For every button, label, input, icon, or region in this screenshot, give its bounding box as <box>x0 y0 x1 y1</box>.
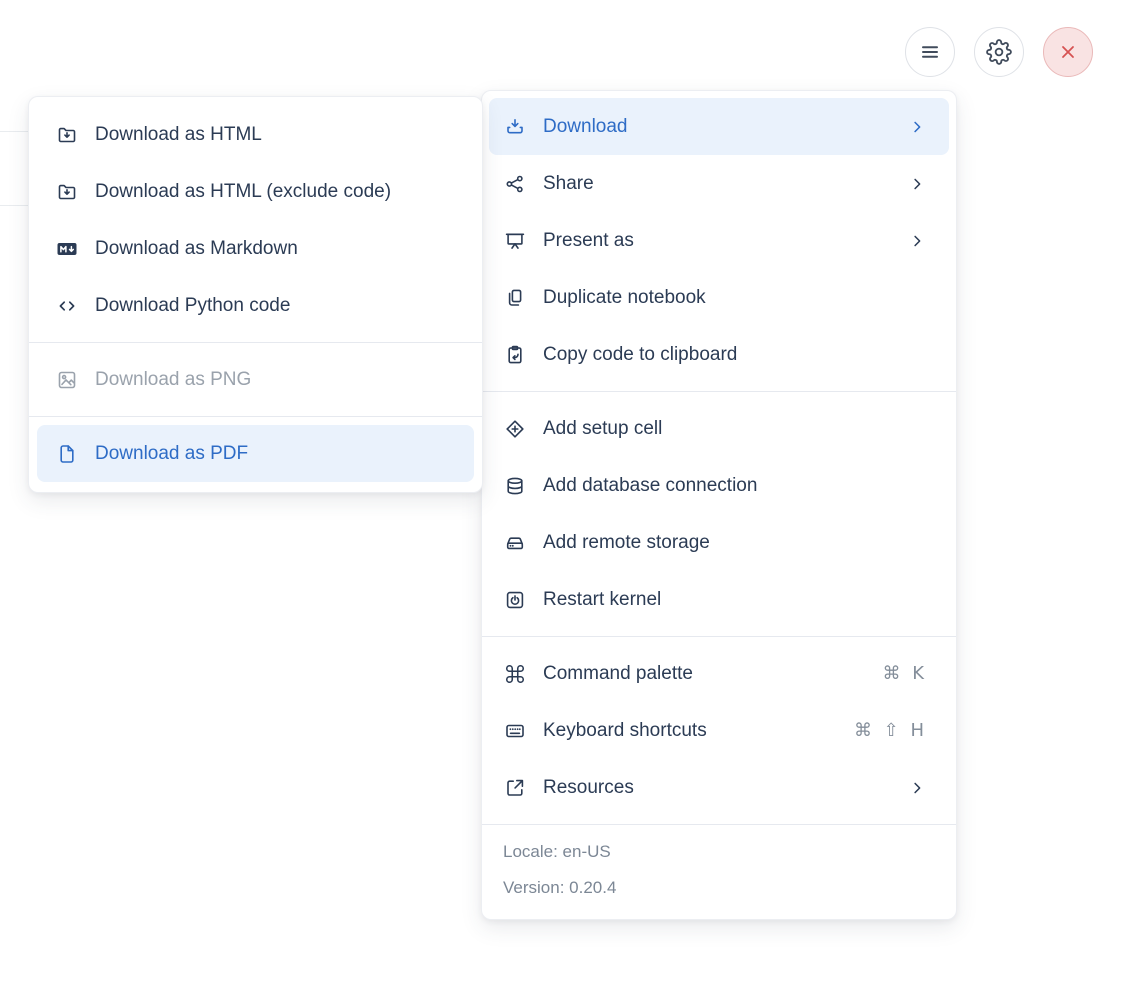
external-link-icon <box>503 776 527 800</box>
menu-item-label: Download as PNG <box>95 368 252 390</box>
menu-item-present-as[interactable]: Present as <box>489 212 949 269</box>
menu-item-duplicate-notebook[interactable]: Duplicate notebook <box>489 269 949 326</box>
menu-item-add-setup-cell[interactable]: Add setup cell <box>489 400 949 457</box>
share-icon <box>503 172 527 196</box>
keyboard-icon <box>503 719 527 743</box>
main-menu-panel: Download Share Present as Duplicate note… <box>481 90 957 920</box>
clipboard-copy-icon <box>503 343 527 367</box>
menu-item-label: Add database connection <box>543 474 758 496</box>
submenu-item-download-html[interactable]: Download as HTML <box>37 106 474 163</box>
duplicate-icon <box>503 286 527 310</box>
background-edge-line <box>0 205 29 206</box>
markdown-icon <box>55 237 79 261</box>
menu-item-keyboard-shortcuts[interactable]: Keyboard shortcuts ⌘ ⇧ H <box>489 702 949 759</box>
shortcut-hint: ⌘ ⇧ H <box>853 720 927 741</box>
folder-download-icon <box>55 180 79 204</box>
menu-item-add-remote-storage[interactable]: Add remote storage <box>489 514 949 571</box>
submenu-item-download-markdown[interactable]: Download as Markdown <box>37 220 474 277</box>
menu-item-label: Duplicate notebook <box>543 286 706 308</box>
submenu-item-download-png: Download as PNG <box>37 351 474 408</box>
hamburger-menu-button[interactable] <box>905 27 955 77</box>
menu-divider <box>29 416 482 417</box>
download-submenu-panel: Download as HTML Download as HTML (exclu… <box>28 96 483 493</box>
background-edge-line <box>0 131 29 132</box>
menu-item-label: Resources <box>543 776 634 798</box>
storage-icon <box>503 531 527 555</box>
menu-item-label: Download as PDF <box>95 442 249 464</box>
submenu-item-download-pdf[interactable]: Download as PDF <box>37 425 474 482</box>
command-icon <box>503 662 527 686</box>
menu-divider <box>482 636 956 637</box>
download-icon <box>503 115 527 139</box>
settings-button[interactable] <box>974 27 1024 77</box>
menu-item-label: Add setup cell <box>543 417 663 439</box>
menu-item-restart-kernel[interactable]: Restart kernel <box>489 571 949 628</box>
submenu-item-download-html-exclude-code[interactable]: Download as HTML (exclude code) <box>37 163 474 220</box>
menu-item-label: Copy code to clipboard <box>543 343 738 365</box>
database-icon <box>503 474 527 498</box>
file-icon <box>55 442 79 466</box>
folder-download-icon <box>55 123 79 147</box>
menu-divider <box>29 342 482 343</box>
image-icon <box>55 368 79 392</box>
menu-footer: Locale: en-US Version: 0.20.4 <box>482 824 956 919</box>
menu-item-label: Download as HTML <box>95 123 262 145</box>
menu-item-label: Present as <box>543 229 634 251</box>
code-icon <box>55 294 79 318</box>
close-icon <box>1056 40 1080 64</box>
menu-item-download[interactable]: Download <box>489 98 949 155</box>
chevron-right-icon <box>907 174 927 194</box>
submenu-item-download-python-code[interactable]: Download Python code <box>37 277 474 334</box>
presentation-icon <box>503 229 527 253</box>
menu-item-label: Command palette <box>543 662 693 684</box>
menu-item-label: Keyboard shortcuts <box>543 719 707 741</box>
menu-item-label: Restart kernel <box>543 588 662 610</box>
version-text: Version: 0.20.4 <box>503 878 617 897</box>
menu-item-share[interactable]: Share <box>489 155 949 212</box>
menu-item-label: Download as HTML (exclude code) <box>95 180 392 202</box>
locale-text: Locale: en-US <box>503 842 611 861</box>
menu-item-label: Download Python code <box>95 294 291 316</box>
menu-item-command-palette[interactable]: Command palette ⌘ K <box>489 645 949 702</box>
gear-icon <box>986 39 1012 65</box>
menu-item-label: Download <box>543 115 628 137</box>
restart-kernel-icon <box>503 588 527 612</box>
menu-item-add-database-connection[interactable]: Add database connection <box>489 457 949 514</box>
chevron-right-icon <box>907 778 927 798</box>
menu-item-label: Download as Markdown <box>95 237 298 259</box>
menu-item-copy-code[interactable]: Copy code to clipboard <box>489 326 949 383</box>
chevron-right-icon <box>907 231 927 251</box>
chevron-right-icon <box>907 117 927 137</box>
setup-cell-icon <box>503 417 527 441</box>
close-button[interactable] <box>1043 27 1093 77</box>
menu-divider <box>482 391 956 392</box>
shortcut-hint: ⌘ K <box>882 663 927 684</box>
menu-item-resources[interactable]: Resources <box>489 759 949 816</box>
hamburger-icon <box>918 40 942 64</box>
menu-item-label: Share <box>543 172 594 194</box>
menu-item-label: Add remote storage <box>543 531 710 553</box>
